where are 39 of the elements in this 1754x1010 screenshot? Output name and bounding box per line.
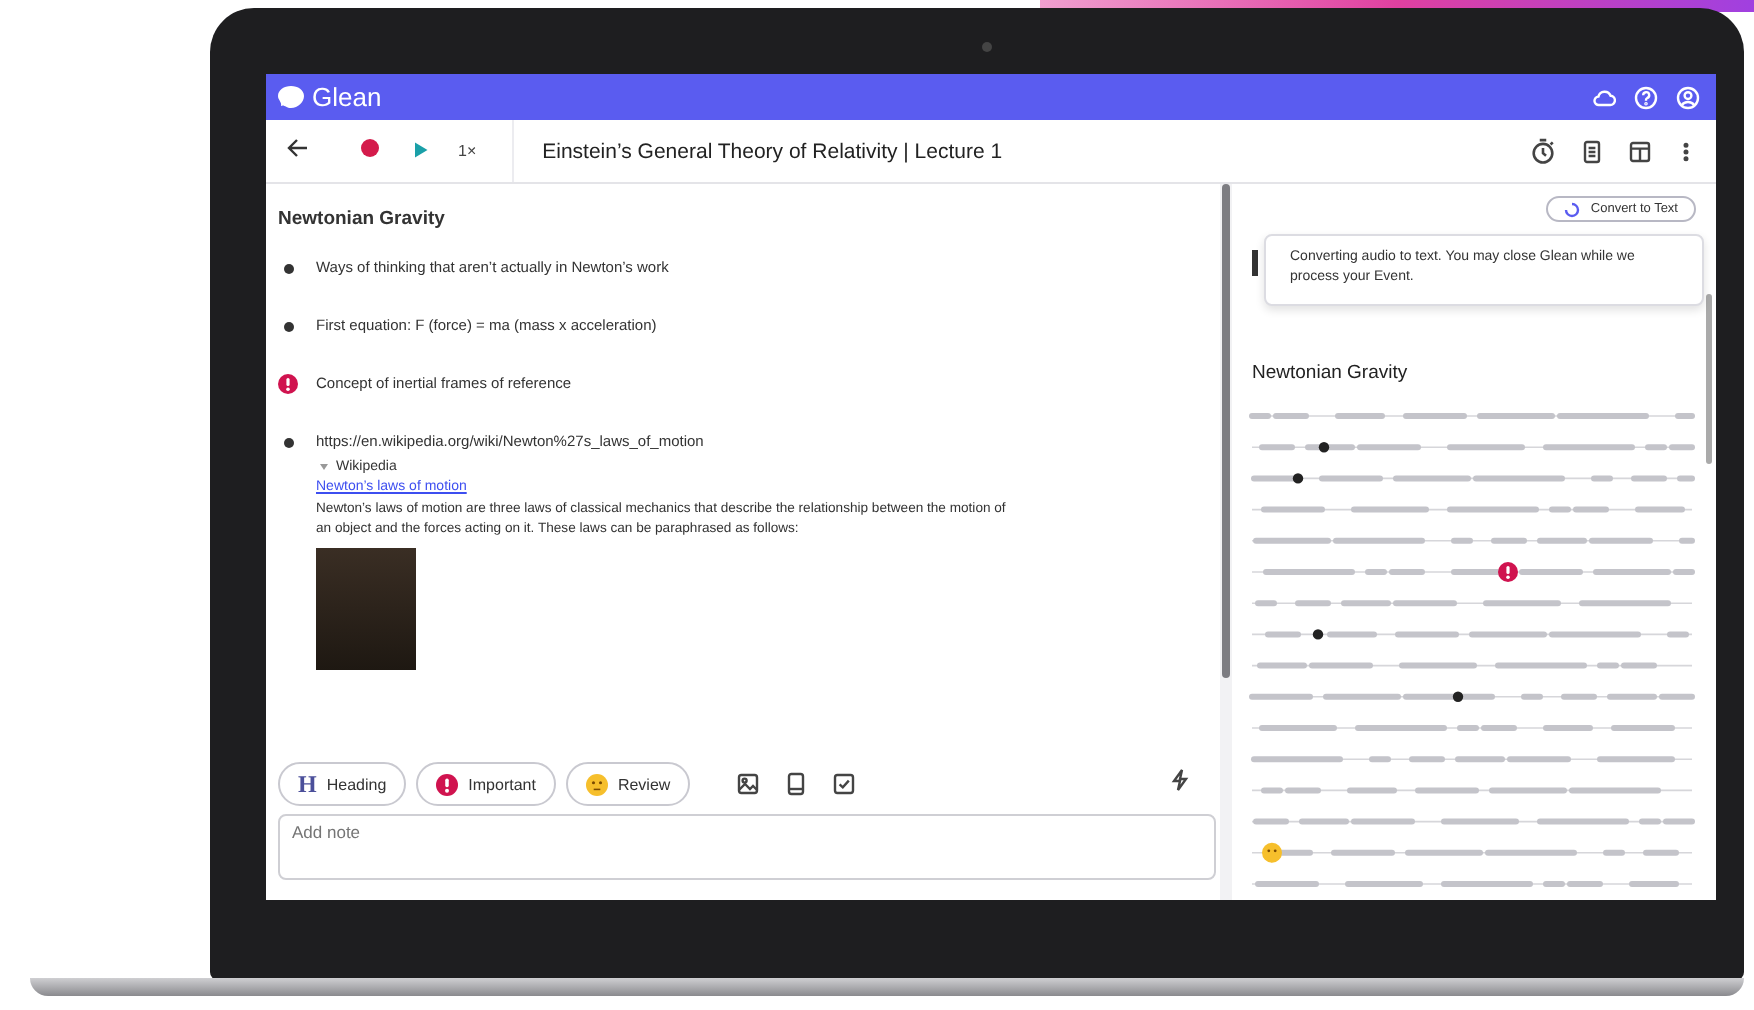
review-tag-button[interactable]: Review (565, 762, 691, 806)
logo-icon (278, 86, 304, 108)
record-icon[interactable] (358, 135, 382, 159)
marker-dot-icon (1292, 473, 1304, 484)
thinking-face-icon (1262, 842, 1282, 863)
important-icon (436, 773, 459, 795)
important-icon (278, 374, 298, 394)
layout-icon[interactable] (1628, 139, 1652, 163)
playback-speed[interactable]: 1× (458, 142, 477, 160)
back-arrow-icon[interactable] (286, 135, 310, 159)
checkbox-icon[interactable] (832, 772, 857, 796)
thinking-face-icon (585, 773, 608, 795)
image-icon[interactable] (736, 772, 761, 796)
cloud-icon[interactable] (1592, 85, 1616, 109)
bullet-dot (283, 437, 293, 447)
expand-caret-icon[interactable] (320, 464, 328, 470)
transcript-heading: Newtonian Gravity (1252, 362, 1410, 384)
timer-icon[interactable] (1530, 138, 1556, 164)
notes-heading: Newtonian Gravity (278, 208, 447, 230)
account-icon[interactable] (1676, 85, 1700, 109)
marker-dot-icon (1312, 629, 1324, 640)
app-name: Glean (312, 82, 382, 112)
tablet-icon[interactable] (784, 772, 809, 796)
bullet-dot (283, 263, 293, 273)
important-marker-icon (1498, 562, 1518, 582)
marker-dot-icon (1318, 442, 1330, 453)
marker-dot-icon (1452, 691, 1464, 702)
important-tag-button[interactable]: Important (416, 762, 556, 806)
play-icon[interactable] (410, 139, 430, 159)
spinner-icon (1564, 201, 1581, 217)
add-note-field[interactable]: Add note (278, 814, 1216, 880)
lightning-icon[interactable] (1168, 768, 1192, 792)
document-icon[interactable] (1580, 139, 1604, 163)
help-icon[interactable] (1634, 85, 1658, 109)
photo-placeholder (316, 548, 416, 670)
heading-tag-button[interactable]: H Heading (278, 762, 407, 806)
scrollbar-thumb[interactable] (1222, 184, 1230, 678)
bullet-dot (283, 321, 293, 331)
event-title: Einstein’s General Theory of Relativity | Lecture 1 (542, 139, 1003, 163)
